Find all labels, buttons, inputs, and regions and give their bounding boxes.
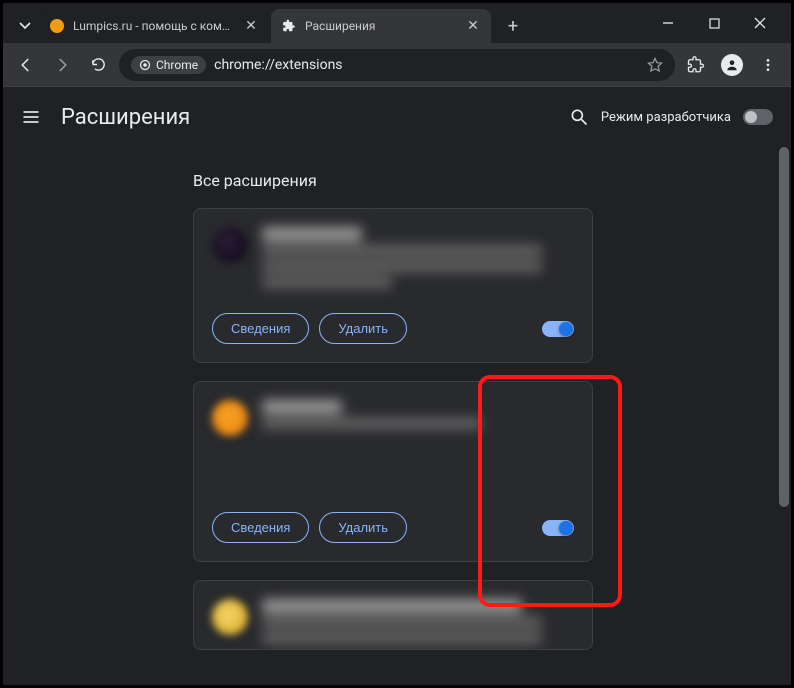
back-button[interactable] xyxy=(11,50,41,80)
details-button[interactable]: Сведения xyxy=(212,512,309,543)
new-tab-button[interactable]: + xyxy=(499,12,527,40)
page-title: Расширения xyxy=(61,105,190,130)
window-maximize-button[interactable] xyxy=(691,3,737,43)
extension-icon xyxy=(212,227,248,263)
url-chip: Chrome xyxy=(131,56,206,74)
extension-info-blurred xyxy=(262,400,482,472)
remove-button[interactable]: Удалить xyxy=(319,512,407,543)
window-close-button[interactable] xyxy=(737,3,783,43)
extensions-icon[interactable] xyxy=(681,50,711,80)
profile-icon[interactable] xyxy=(717,50,747,80)
tab-close-icon[interactable]: ✕ xyxy=(243,18,259,34)
forward-button[interactable] xyxy=(47,50,77,80)
extensions-list: Все расширения Сведения xyxy=(3,147,791,685)
extension-card: Сведения Удалить xyxy=(193,381,593,562)
extension-toggle[interactable] xyxy=(542,520,574,536)
page-header: Расширения Режим разработчика xyxy=(3,87,791,147)
extension-info-blurred xyxy=(262,599,542,650)
browser-tab-0[interactable]: Lumpics.ru - помощь с компь ✕ xyxy=(39,9,269,43)
menu-icon[interactable] xyxy=(753,50,783,80)
window-controls xyxy=(645,3,783,43)
tab-title: Lumpics.ru - помощь с компь xyxy=(73,19,235,33)
url-chip-label: Chrome xyxy=(156,59,198,71)
hamburger-icon[interactable] xyxy=(21,107,41,127)
tab-close-icon[interactable]: ✕ xyxy=(465,18,481,34)
tab-search-button[interactable] xyxy=(11,11,39,39)
remove-button[interactable]: Удалить xyxy=(319,313,407,344)
extension-card: Сведения Удалить xyxy=(193,208,593,363)
bookmark-icon[interactable] xyxy=(647,57,663,73)
tab-title: Расширения xyxy=(305,19,457,33)
favicon-lumpics-icon xyxy=(49,18,65,34)
extension-icon xyxy=(212,599,248,635)
browser-tabstrip: Lumpics.ru - помощь с компь ✕ Расширения… xyxy=(3,3,791,43)
extension-info-blurred xyxy=(262,227,542,299)
browser-tab-1[interactable]: Расширения ✕ xyxy=(271,9,491,43)
section-title: Все расширения xyxy=(193,171,791,190)
puzzle-icon xyxy=(281,18,297,34)
search-icon[interactable] xyxy=(569,107,589,127)
extension-icon xyxy=(212,400,248,436)
window-minimize-button[interactable] xyxy=(645,3,691,43)
reload-button[interactable] xyxy=(83,50,113,80)
developer-mode-toggle[interactable] xyxy=(743,109,773,125)
address-bar[interactable]: Chrome chrome://extensions xyxy=(119,49,675,81)
scrollbar-thumb[interactable] xyxy=(779,147,789,507)
extension-toggle[interactable] xyxy=(542,321,574,337)
developer-mode-label: Режим разработчика xyxy=(601,110,731,125)
extension-card xyxy=(193,580,593,650)
details-button[interactable]: Сведения xyxy=(212,313,309,344)
scrollbar[interactable] xyxy=(777,147,791,685)
url-text: chrome://extensions xyxy=(214,57,639,73)
page-content: Расширения Режим разработчика Все расшир… xyxy=(3,87,791,685)
browser-toolbar: Chrome chrome://extensions xyxy=(3,43,791,87)
